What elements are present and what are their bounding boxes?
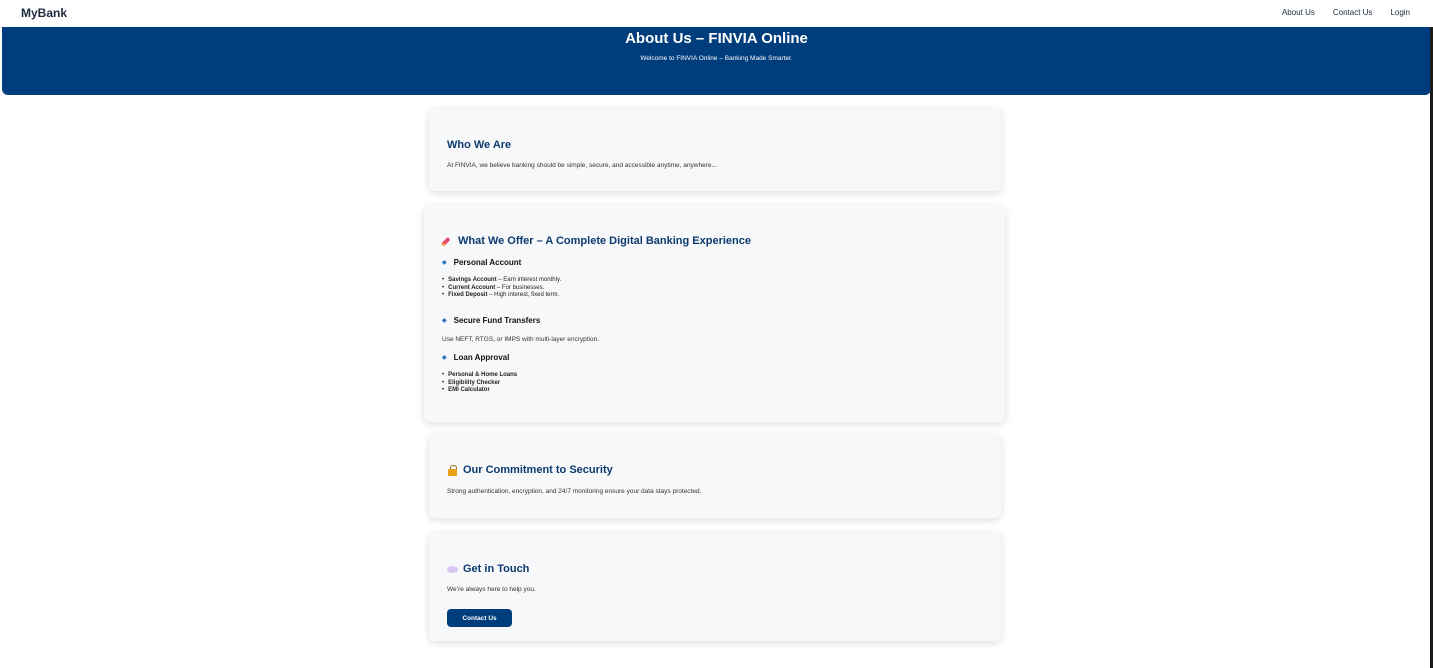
nav-links: About Us Contact Us Login [1282,8,1410,17]
contact-title: Get in Touch [463,563,530,575]
rocket-icon [442,236,453,247]
loan-approval-list: Personal & Home Loans Eligibility Checke… [442,372,517,395]
page-subtitle: Welcome to FINVIA Online – Banking Made … [640,55,793,62]
fund-transfers-heading: ◆ Secure Fund Transfers [442,316,540,325]
security-text: Strong authentication, encryption, and 2… [447,488,702,495]
who-we-are-text: At FINVIA, we believe banking should be … [447,162,717,169]
what-we-offer-heading: What We Offer – A Complete Digital Banki… [442,235,751,247]
what-we-offer-title: What We Offer – A Complete Digital Banki… [458,235,751,247]
brand-logo[interactable]: MyBank [21,6,67,20]
contact-text: We’re always here to help you. [447,586,536,593]
security-heading: Our Commitment to Security [447,464,613,476]
lock-icon [447,464,458,476]
diamond-icon: ◆ [442,260,447,266]
contact-heading: Get in Touch [447,563,529,575]
list-item: Fixed Deposit – High interest, fixed ter… [442,292,561,300]
personal-account-list: Savings Account – Earn interest monthly.… [442,277,561,300]
hero-banner: About Us – FINVIA Online Welcome to FINV… [2,27,1431,95]
list-item: Eligibility Checker [442,380,517,388]
what-we-offer-card: What We Offer – A Complete Digital Banki… [424,205,1005,422]
nav-link-contact[interactable]: Contact Us [1333,8,1373,17]
contact-us-button[interactable]: Contact Us [447,609,512,627]
diamond-icon: ◆ [442,355,447,361]
list-item: Savings Account – Earn interest monthly. [442,277,561,285]
nav-link-login[interactable]: Login [1390,8,1410,17]
fund-transfers-title: Secure Fund Transfers [453,316,541,325]
fund-transfers-text: Use NEFT, RTGS, or IMPS with multi-layer… [442,336,600,343]
personal-account-title: Personal Account [453,258,522,267]
diamond-icon: ◆ [442,318,447,324]
who-we-are-title: Who We Are [447,139,512,151]
loan-approval-heading: ◆ Loan Approval [442,353,509,362]
page-title: About Us – FINVIA Online [625,30,808,47]
who-we-are-card: Who We Are At FINVIA, we believe banking… [429,108,1001,191]
speech-bubble-icon [447,564,458,575]
list-item: EMI Calculator [442,387,517,395]
personal-account-heading: ◆ Personal Account [442,258,521,267]
security-title: Our Commitment to Security [463,464,613,476]
loan-approval-title: Loan Approval [453,353,510,362]
top-navbar: MyBank About Us Contact Us Login [0,0,1433,27]
list-item: Current Account – For businesses. [442,285,561,293]
contact-card: Get in Touch We’re always here to help y… [429,532,1001,641]
nav-link-about[interactable]: About Us [1282,8,1315,17]
security-card: Our Commitment to Security Strong authen… [429,435,1001,518]
list-item: Personal & Home Loans [442,372,517,380]
